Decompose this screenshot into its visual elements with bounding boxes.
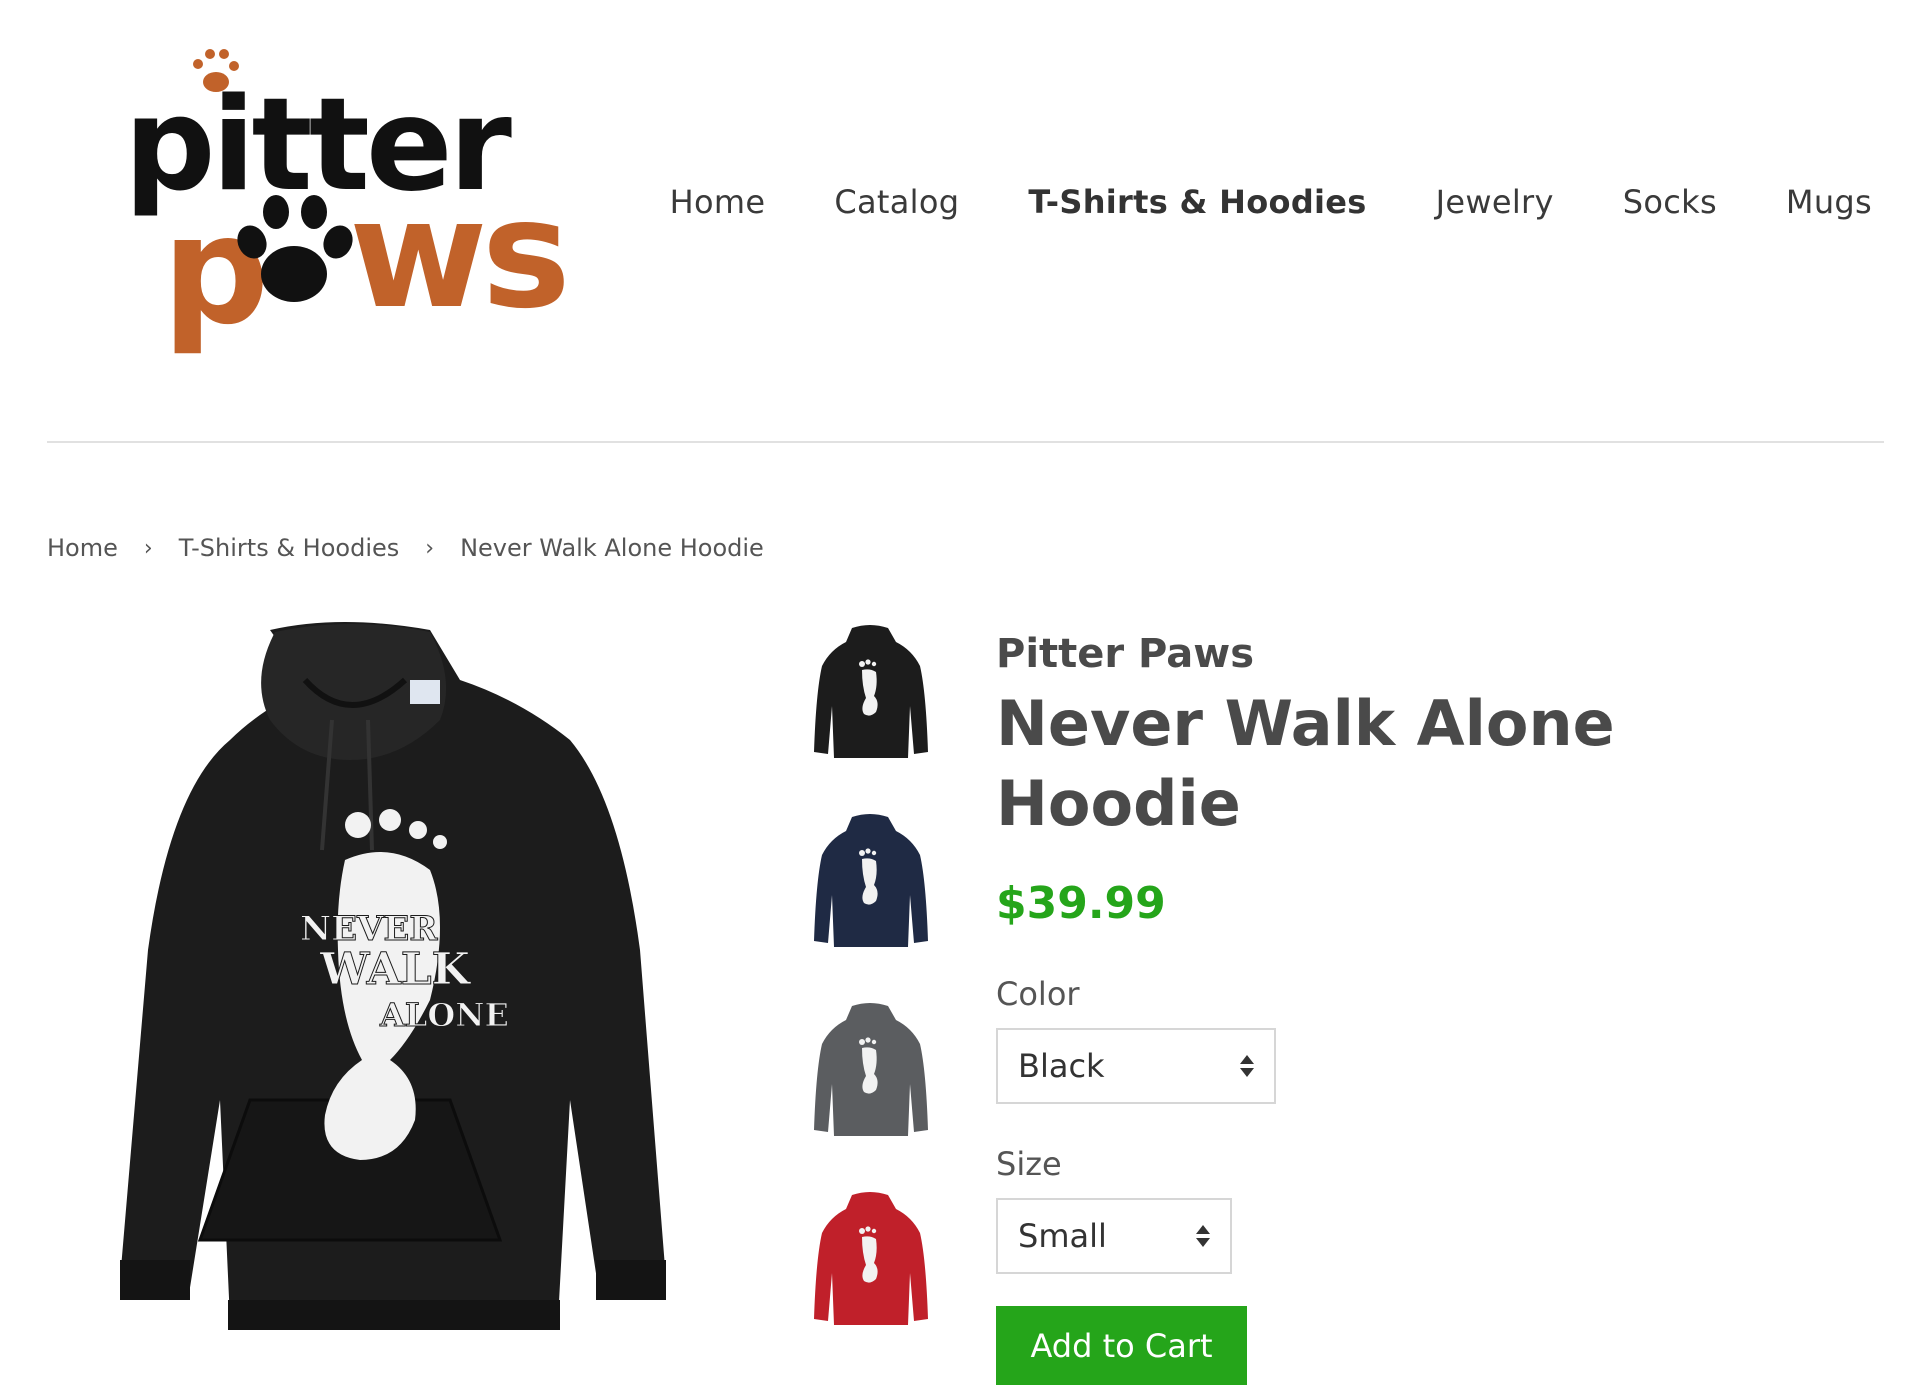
breadcrumb-separator-icon: ›: [425, 535, 435, 561]
size-label: Size: [996, 1145, 1062, 1183]
thumbnail-navy[interactable]: [812, 811, 928, 949]
site-logo[interactable]: pitter p ws: [124, 44, 584, 364]
hoodie-thumbnail-icon: [814, 1192, 928, 1325]
print-text-walk: WALK: [319, 944, 472, 995]
color-select-value: Black: [1018, 1047, 1105, 1085]
breadcrumb-current: Never Walk Alone Hoodie: [460, 534, 764, 562]
breadcrumb-collection[interactable]: T-Shirts & Hoodies: [179, 534, 400, 562]
breadcrumb-separator-icon: ›: [143, 535, 153, 561]
thumbnail-black[interactable]: [812, 622, 928, 760]
product-title: Never Walk Alone Hoodie: [996, 687, 1615, 840]
add-to-cart-button[interactable]: Add to Cart: [996, 1306, 1247, 1385]
nav-home[interactable]: Home: [670, 178, 766, 226]
nav-catalog[interactable]: Catalog: [834, 178, 959, 226]
print-text-never: NEVER: [300, 909, 438, 949]
main-nav: Home Catalog T-Shirts & Hoodies Jewelry …: [601, 178, 1872, 226]
color-label: Color: [996, 975, 1080, 1013]
header-divider: [47, 441, 1884, 443]
logo-letters-ws: ws: [349, 168, 565, 342]
hoodie-thumbnail-icon: [814, 814, 928, 947]
logo-letter-p: p: [162, 184, 269, 358]
breadcrumb: Home › T-Shirts & Hoodies › Never Walk A…: [47, 534, 764, 562]
color-select[interactable]: Black: [996, 1028, 1276, 1104]
pitter-paws-logo: pitter p ws: [124, 49, 571, 358]
select-arrows-icon: [1240, 1055, 1254, 1077]
nav-jewelry[interactable]: Jewelry: [1436, 178, 1554, 226]
hoodie-thumbnail-icon: [814, 625, 928, 758]
product-info: Pitter Paws Never Walk Alone Hoodie $39.…: [996, 628, 1876, 1385]
product-vendor[interactable]: Pitter Paws: [996, 628, 1876, 680]
hoodie-image: NEVER WALK ALONE: [120, 622, 666, 1330]
hoodie-thumbnail-icon: [814, 1003, 928, 1136]
size-select-value: Small: [1018, 1217, 1107, 1255]
thumbnail-red[interactable]: [812, 1189, 928, 1327]
nav-mugs[interactable]: Mugs: [1786, 178, 1872, 226]
nav-tshirts-hoodies[interactable]: T-Shirts & Hoodies: [1028, 178, 1366, 226]
print-text-alone: ALONE: [379, 996, 509, 1034]
product-price: $39.99: [996, 878, 1166, 929]
product-main-image[interactable]: NEVER WALK ALONE: [100, 620, 700, 1340]
breadcrumb-home[interactable]: Home: [47, 534, 118, 562]
select-arrows-icon: [1196, 1225, 1210, 1247]
size-select[interactable]: Small: [996, 1198, 1232, 1274]
thumbnail-charcoal[interactable]: [812, 1000, 928, 1138]
nav-socks[interactable]: Socks: [1623, 178, 1717, 226]
product-thumbnails: [812, 622, 932, 1378]
